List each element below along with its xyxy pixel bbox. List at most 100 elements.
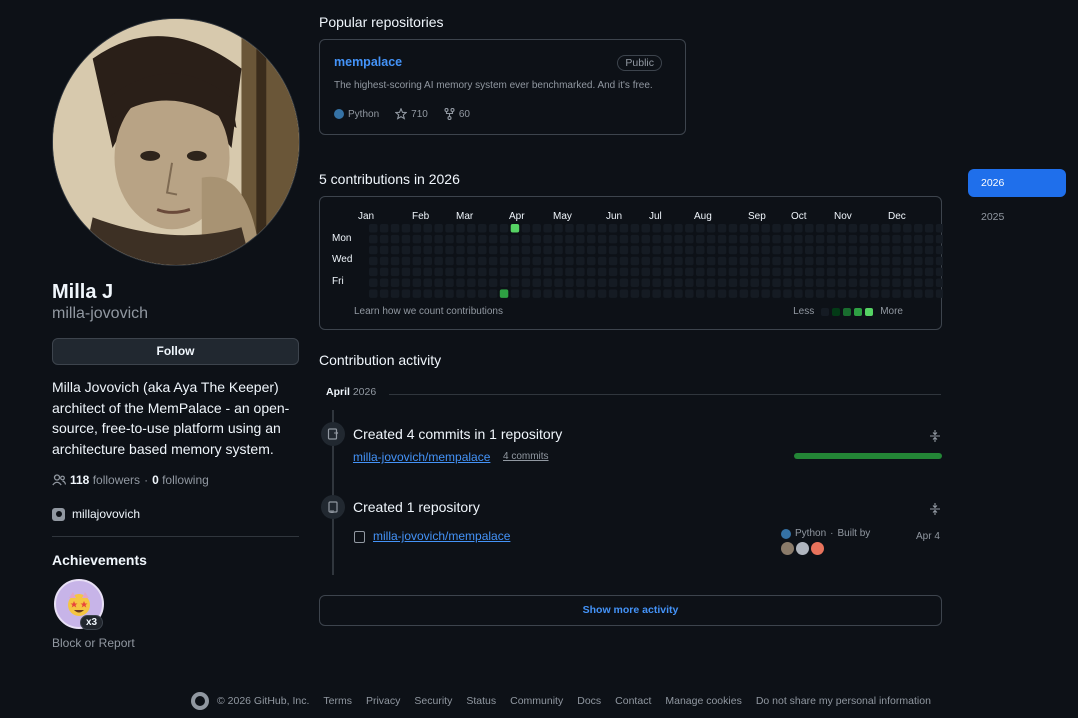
contribution-cell[interactable] [390,234,400,244]
contribution-cell[interactable] [554,289,563,298]
contribution-cell[interactable] [848,278,858,288]
footer-link-privacy[interactable]: Privacy [366,695,400,707]
contribution-cell[interactable] [924,289,934,298]
following-link[interactable]: 0 following [152,473,209,487]
contribution-cell[interactable] [630,245,640,255]
contribution-cell[interactable] [369,278,378,288]
contribution-cell[interactable] [674,245,683,255]
contribution-cell[interactable] [696,234,705,244]
contribution-cell[interactable] [826,267,836,277]
year-2026-button[interactable]: 2026 [968,169,1066,197]
contribution-cell[interactable] [870,245,879,255]
contribution-cell[interactable] [565,234,574,244]
contribution-cell[interactable] [859,234,869,244]
contribution-cell[interactable] [565,224,574,233]
contribution-cell[interactable] [390,267,400,277]
footer-link-community[interactable]: Community [510,695,563,707]
contribution-cell[interactable] [576,289,585,298]
contribution-cell[interactable] [565,278,574,288]
contribution-cell[interactable] [597,289,607,298]
contribution-cell[interactable] [445,234,454,244]
contribution-cell[interactable] [652,278,661,288]
contribution-cell[interactable] [696,278,705,288]
contribution-cell[interactable] [685,245,694,255]
contribution-cell[interactable] [478,256,487,266]
contribution-cell[interactable] [924,224,934,233]
contribution-cell[interactable] [390,224,400,233]
contribution-cell[interactable] [488,267,498,277]
contribution-cell[interactable] [434,278,443,288]
repo-name-link[interactable]: mempalace [334,55,402,69]
contribution-cell[interactable] [543,224,552,233]
contribution-cell[interactable] [608,224,618,233]
contribution-cell[interactable] [379,234,389,244]
learn-contributions-link[interactable]: Learn how we count contributions [354,306,503,317]
contribution-cell[interactable] [935,278,943,288]
profile-avatar[interactable] [52,18,300,266]
contribution-cell[interactable] [434,224,443,233]
contribution-cell[interactable] [892,278,901,288]
contribution-cell[interactable] [815,278,825,288]
contribution-cell[interactable] [652,234,661,244]
contribution-cell[interactable] [892,234,901,244]
contribution-cell[interactable] [630,267,640,277]
contribution-cell[interactable] [663,234,672,244]
contribution-cell[interactable] [379,245,389,255]
contribution-cell[interactable] [576,267,585,277]
contribution-cell[interactable] [663,267,672,277]
contribution-cell[interactable] [445,289,454,298]
contribution-cell[interactable] [696,245,705,255]
contribution-cell[interactable] [805,278,814,288]
contribution-cell[interactable] [521,224,531,233]
contribution-cell[interactable] [467,289,476,298]
contribution-cell[interactable] [805,224,814,233]
contribution-cell[interactable] [772,267,781,277]
contribution-cell[interactable] [728,234,738,244]
contribution-cell[interactable] [369,224,378,233]
contribution-cell[interactable] [706,289,716,298]
contribution-cell[interactable] [554,224,563,233]
contribution-cell[interactable] [543,289,552,298]
achievements-heading[interactable]: Achievements [52,552,147,568]
contribution-cell[interactable] [914,224,923,233]
contribution-cell[interactable] [401,289,411,298]
contribution-cell[interactable] [870,256,879,266]
contribution-cell[interactable] [870,234,879,244]
contribution-cell[interactable] [892,289,901,298]
contribution-cell[interactable] [924,256,934,266]
contribution-cell[interactable] [630,234,640,244]
contribution-cell[interactable] [815,256,825,266]
contribution-cell[interactable] [674,278,683,288]
contribution-cell[interactable] [478,267,487,277]
contribution-cell[interactable] [467,278,476,288]
contribution-cell[interactable] [478,245,487,255]
contribution-cell[interactable] [924,234,934,244]
contribution-cell[interactable] [488,289,498,298]
contribution-cell[interactable] [619,224,629,233]
contribution-cell[interactable] [456,267,465,277]
contribution-cell[interactable] [488,278,498,288]
contribution-cell[interactable] [794,245,803,255]
contribution-cell[interactable] [881,234,890,244]
contribution-cell[interactable] [706,256,716,266]
contribution-cell[interactable] [543,278,552,288]
contribution-cell[interactable] [630,278,640,288]
contribution-cell-active[interactable] [499,289,509,298]
contribution-cell[interactable] [521,256,531,266]
contribution-cell[interactable] [412,267,422,277]
contribution-cell[interactable] [859,256,869,266]
contribution-cell[interactable] [379,267,389,277]
contribution-cell[interactable] [870,224,879,233]
contribution-cell[interactable] [467,267,476,277]
contribution-cell[interactable] [848,256,858,266]
contribution-cell[interactable] [717,234,727,244]
instagram-link[interactable]: millajovovich [52,507,140,521]
contribution-cell[interactable] [510,256,520,266]
contribution-cell[interactable] [848,289,858,298]
contribution-cell[interactable] [935,245,943,255]
contribution-cell[interactable] [914,256,923,266]
contribution-cell[interactable] [728,245,738,255]
contribution-cell[interactable] [685,289,694,298]
contribution-cell[interactable] [728,224,738,233]
contribution-cell[interactable] [532,267,542,277]
